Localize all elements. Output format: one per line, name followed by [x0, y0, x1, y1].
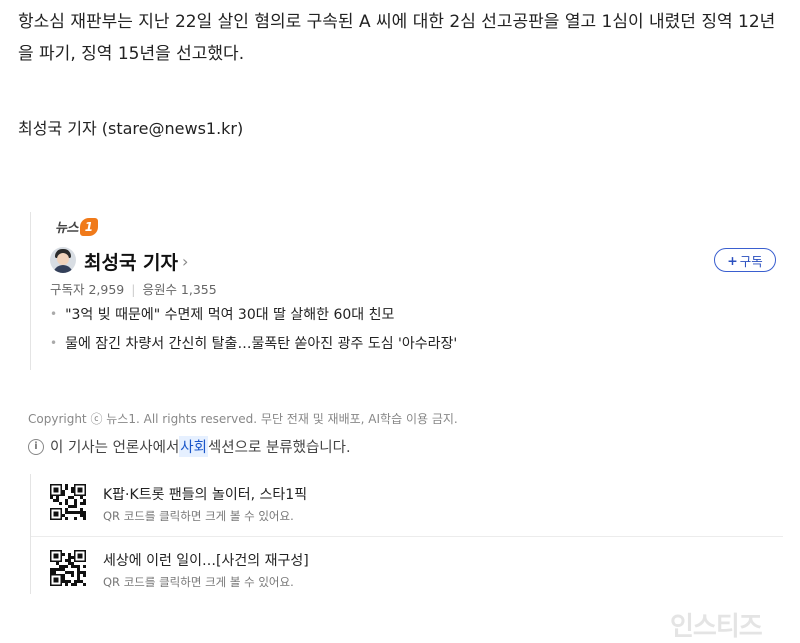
reporter-stats: 구독자 2,959 | 응원수 1,355	[50, 279, 217, 298]
section-classification-notice: i 이 기사는 언론사에서 사회 섹션으로 분류했습니다.	[28, 436, 351, 457]
section-link-society[interactable]: 사회	[179, 436, 208, 457]
qr-promo-subtitle: QR 코드를 클릭하면 크게 볼 수 있어요.	[103, 509, 294, 523]
bullet-icon: •	[50, 336, 58, 350]
copyright-notice: Copyright ⓒ 뉴스1. All rights reserved. 무단…	[28, 412, 458, 426]
reporter-card: 뉴스 1 최성국 기자 › + 구독 구독자 2,959 | 응원수 1,355…	[30, 212, 783, 370]
news1-logo[interactable]: 뉴스 1	[55, 217, 98, 236]
chevron-right-icon: ›	[182, 252, 189, 271]
bullet-icon: •	[50, 307, 58, 321]
reporter-name-link[interactable]: 최성국 기자 ›	[84, 248, 188, 275]
qr-promo-title: 세상에 이런 일이…[사건의 재구성]	[103, 553, 309, 569]
news1-logo-mark: 1	[79, 217, 98, 236]
article-paragraph: 항소심 재판부는 지난 22일 살인 혐의로 구속된 A 씨에 대한 2심 선고…	[18, 12, 776, 64]
plus-icon: +	[727, 252, 738, 268]
notice-prefix: 이 기사는 언론사에서	[50, 440, 180, 456]
info-icon: i	[28, 438, 44, 455]
qr-promo-title: K팝·K트롯 팬들의 놀이터, 스타1픽	[103, 487, 308, 503]
stats-separator: |	[131, 282, 136, 297]
qr-promo-item[interactable]: K팝·K트롯 팬들의 놀이터, 스타1픽 QR 코드를 클릭하면 크게 볼 수 …	[31, 474, 783, 530]
reporter-name: 최성국 기자	[84, 252, 179, 274]
qr-promo-subtitle: QR 코드를 클릭하면 크게 볼 수 있어요.	[103, 575, 294, 589]
subscriber-count: 구독자 2,959	[50, 282, 125, 297]
reporter-avatar[interactable]	[50, 247, 76, 273]
news1-logo-text: 뉴스	[55, 221, 78, 236]
headline-text: 물에 잠긴 차량서 간신히 탈출…물폭탄 쏟아진 광주 도심 '아수라장'	[65, 336, 458, 352]
subscribe-label: 구독	[739, 253, 763, 269]
qr-code-icon[interactable]	[50, 484, 86, 520]
reporter-headline-link[interactable]: • 물에 잠긴 차량서 간신히 탈출…물폭탄 쏟아진 광주 도심 '아수라장'	[50, 333, 457, 353]
article-byline: 최성국 기자 (stare@news1.kr)	[18, 119, 244, 138]
qr-promo-box: K팝·K트롯 팬들의 놀이터, 스타1픽 QR 코드를 클릭하면 크게 볼 수 …	[30, 474, 783, 594]
headline-text: "3억 빚 때문에" 수면제 먹여 30대 딸 살해한 60대 친모	[65, 307, 395, 323]
qr-promo-item[interactable]: 세상에 이런 일이…[사건의 재구성] QR 코드를 클릭하면 크게 볼 수 있…	[31, 540, 783, 596]
reporter-headline-link[interactable]: • "3억 빚 때문에" 수면제 먹여 30대 딸 살해한 60대 친모	[50, 304, 394, 324]
subscribe-button[interactable]: + 구독	[714, 248, 776, 272]
notice-suffix: 섹션으로 분류했습니다.	[207, 440, 351, 456]
supporter-count: 응원수 1,355	[142, 282, 217, 297]
qr-code-icon[interactable]	[50, 550, 86, 586]
watermark: 인스티즈	[670, 612, 763, 642]
qr-divider	[31, 536, 783, 537]
